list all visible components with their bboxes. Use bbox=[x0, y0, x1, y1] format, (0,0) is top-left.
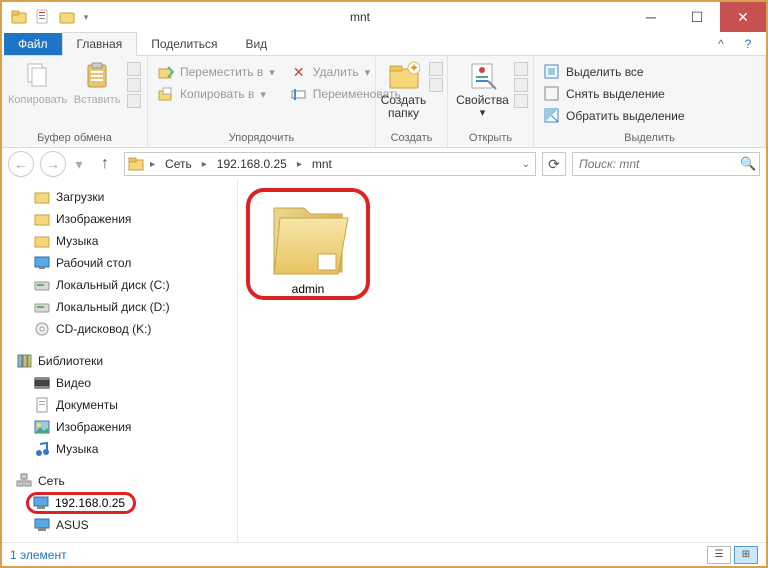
search-box[interactable]: 🔍 bbox=[572, 152, 760, 176]
cut-button[interactable] bbox=[127, 62, 141, 76]
picture-icon bbox=[34, 419, 50, 435]
paste-button[interactable]: Вставить bbox=[71, 60, 123, 106]
history-button[interactable] bbox=[514, 94, 528, 108]
desktop-icon bbox=[34, 255, 50, 271]
tree-pictures[interactable]: Изображения bbox=[12, 208, 237, 230]
tree-music[interactable]: Музыка bbox=[12, 230, 237, 252]
ribbon-collapse-button[interactable]: ^ bbox=[712, 33, 730, 55]
search-input[interactable] bbox=[579, 157, 736, 171]
maximize-button[interactable]: ☐ bbox=[674, 2, 720, 32]
breadcrumb-network[interactable]: Сеть bbox=[160, 155, 197, 173]
tree-host-highlighted[interactable]: 192.168.0.25 bbox=[26, 492, 136, 514]
qat-icon-open[interactable] bbox=[56, 6, 78, 28]
computer-icon bbox=[33, 496, 49, 510]
select-none-button[interactable]: Снять выделение bbox=[540, 84, 689, 104]
tab-home[interactable]: Главная bbox=[62, 32, 138, 56]
group-select-label: Выделить bbox=[534, 130, 765, 147]
titlebar: ▾ mnt ─ ☐ ✕ bbox=[2, 2, 766, 32]
tree-network[interactable]: Сеть bbox=[12, 470, 237, 492]
content-item-highlighted[interactable]: admin bbox=[246, 188, 370, 300]
tree-drive-k[interactable]: CD-дисковод (K:) bbox=[12, 318, 237, 340]
status-text: 1 элемент bbox=[10, 548, 67, 562]
tab-share[interactable]: Поделиться bbox=[137, 33, 231, 55]
history-dropdown[interactable]: ▾ bbox=[72, 151, 86, 177]
document-icon bbox=[34, 397, 50, 413]
open-button[interactable] bbox=[514, 62, 528, 76]
folder-icon bbox=[127, 156, 145, 172]
tree-downloads[interactable]: Загрузки bbox=[12, 186, 237, 208]
cd-icon bbox=[34, 321, 50, 337]
properties-button[interactable]: Свойства▾ bbox=[454, 60, 511, 119]
tree-video[interactable]: Видео bbox=[12, 372, 237, 394]
breadcrumb-host[interactable]: 192.168.0.25 bbox=[212, 155, 292, 173]
group-organize-label: Упорядочить bbox=[148, 130, 375, 147]
tab-file[interactable]: Файл bbox=[4, 33, 62, 55]
view-details-button[interactable]: ☰ bbox=[707, 546, 731, 564]
video-icon bbox=[34, 375, 50, 391]
tree-desktop[interactable]: Рабочий стол bbox=[12, 252, 237, 274]
chevron-right-icon[interactable]: ▸ bbox=[147, 157, 158, 172]
new-item-button[interactable] bbox=[429, 62, 443, 76]
svg-text:✦: ✦ bbox=[408, 61, 418, 75]
group-open-label: Открыть bbox=[448, 130, 533, 147]
copy-button[interactable]: Копировать bbox=[8, 60, 67, 106]
help-button[interactable]: ? bbox=[730, 33, 766, 55]
ribbon-tabs: Файл Главная Поделиться Вид ^ ? bbox=[2, 32, 766, 56]
libraries-icon bbox=[16, 353, 32, 369]
minimize-button[interactable]: ─ bbox=[628, 2, 674, 32]
edit-button[interactable] bbox=[514, 78, 528, 92]
content-item-label: admin bbox=[292, 282, 325, 296]
breadcrumb-folder[interactable]: mnt bbox=[307, 155, 337, 173]
back-button[interactable]: ← bbox=[8, 151, 34, 177]
tree-lib-pictures[interactable]: Изображения bbox=[12, 416, 237, 438]
tree-drive-d[interactable]: Локальный диск (D:) bbox=[12, 296, 237, 318]
address-bar[interactable]: ▸ Сеть ▸ 192.168.0.25 ▸ mnt ⌄ bbox=[124, 152, 536, 176]
invert-selection-button[interactable]: Обратить выделение bbox=[540, 106, 689, 126]
tree-lib-music[interactable]: Музыка bbox=[12, 438, 237, 460]
folder-large-icon bbox=[260, 198, 356, 282]
address-row: ← → ▾ ↑ ▸ Сеть ▸ 192.168.0.25 ▸ mnt ⌄ ⟳ … bbox=[2, 148, 766, 180]
group-new-label: Создать bbox=[376, 130, 447, 147]
address-dropdown[interactable]: ⌄ bbox=[519, 157, 533, 172]
move-to-button[interactable]: Переместить в ▾ bbox=[154, 62, 279, 82]
tree-libraries[interactable]: Библиотеки bbox=[12, 350, 237, 372]
chevron-right-icon[interactable]: ▸ bbox=[199, 157, 210, 172]
view-icons-button[interactable]: ⊞ bbox=[734, 546, 758, 564]
tab-view[interactable]: Вид bbox=[231, 33, 281, 55]
copy-path-button[interactable] bbox=[127, 78, 141, 92]
up-button[interactable]: ↑ bbox=[92, 151, 118, 177]
group-clipboard-label: Буфер обмена bbox=[2, 130, 147, 147]
ribbon: Копировать Вставить Буфер обмена Перемес… bbox=[2, 56, 766, 148]
music-icon bbox=[34, 441, 50, 457]
refresh-button[interactable]: ⟳ bbox=[542, 152, 566, 176]
select-all-button[interactable]: Выделить все bbox=[540, 62, 689, 82]
navigation-pane[interactable]: Загрузки Изображения Музыка Рабочий стол… bbox=[2, 180, 238, 542]
qat-icon-folder[interactable] bbox=[8, 6, 30, 28]
qat-dropdown[interactable]: ▾ bbox=[80, 6, 92, 28]
search-icon[interactable]: 🔍 bbox=[740, 156, 756, 172]
qat-icon-properties[interactable] bbox=[32, 6, 54, 28]
folder-icon bbox=[34, 211, 50, 227]
drive-icon bbox=[34, 299, 50, 315]
window-title: mnt bbox=[92, 10, 628, 24]
new-folder-button[interactable]: ✦ Создатьпапку bbox=[381, 60, 427, 120]
tree-drive-c[interactable]: Локальный диск (C:) bbox=[12, 274, 237, 296]
status-bar: 1 элемент ☰ ⊞ bbox=[2, 542, 766, 566]
tree-host-asus[interactable]: ASUS bbox=[12, 514, 237, 536]
computer-icon bbox=[34, 517, 50, 533]
chevron-right-icon[interactable]: ▸ bbox=[294, 157, 305, 172]
tree-documents[interactable]: Документы bbox=[12, 394, 237, 416]
copy-to-button[interactable]: Копировать в ▾ bbox=[154, 84, 279, 104]
network-icon bbox=[16, 473, 32, 489]
content-pane[interactable]: admin bbox=[238, 180, 766, 542]
forward-button[interactable]: → bbox=[40, 151, 66, 177]
easy-access-button[interactable] bbox=[429, 78, 443, 92]
close-button[interactable]: ✕ bbox=[720, 2, 766, 32]
folder-icon bbox=[34, 189, 50, 205]
drive-icon bbox=[34, 277, 50, 293]
paste-shortcut-button[interactable] bbox=[127, 94, 141, 108]
folder-icon bbox=[34, 233, 50, 249]
